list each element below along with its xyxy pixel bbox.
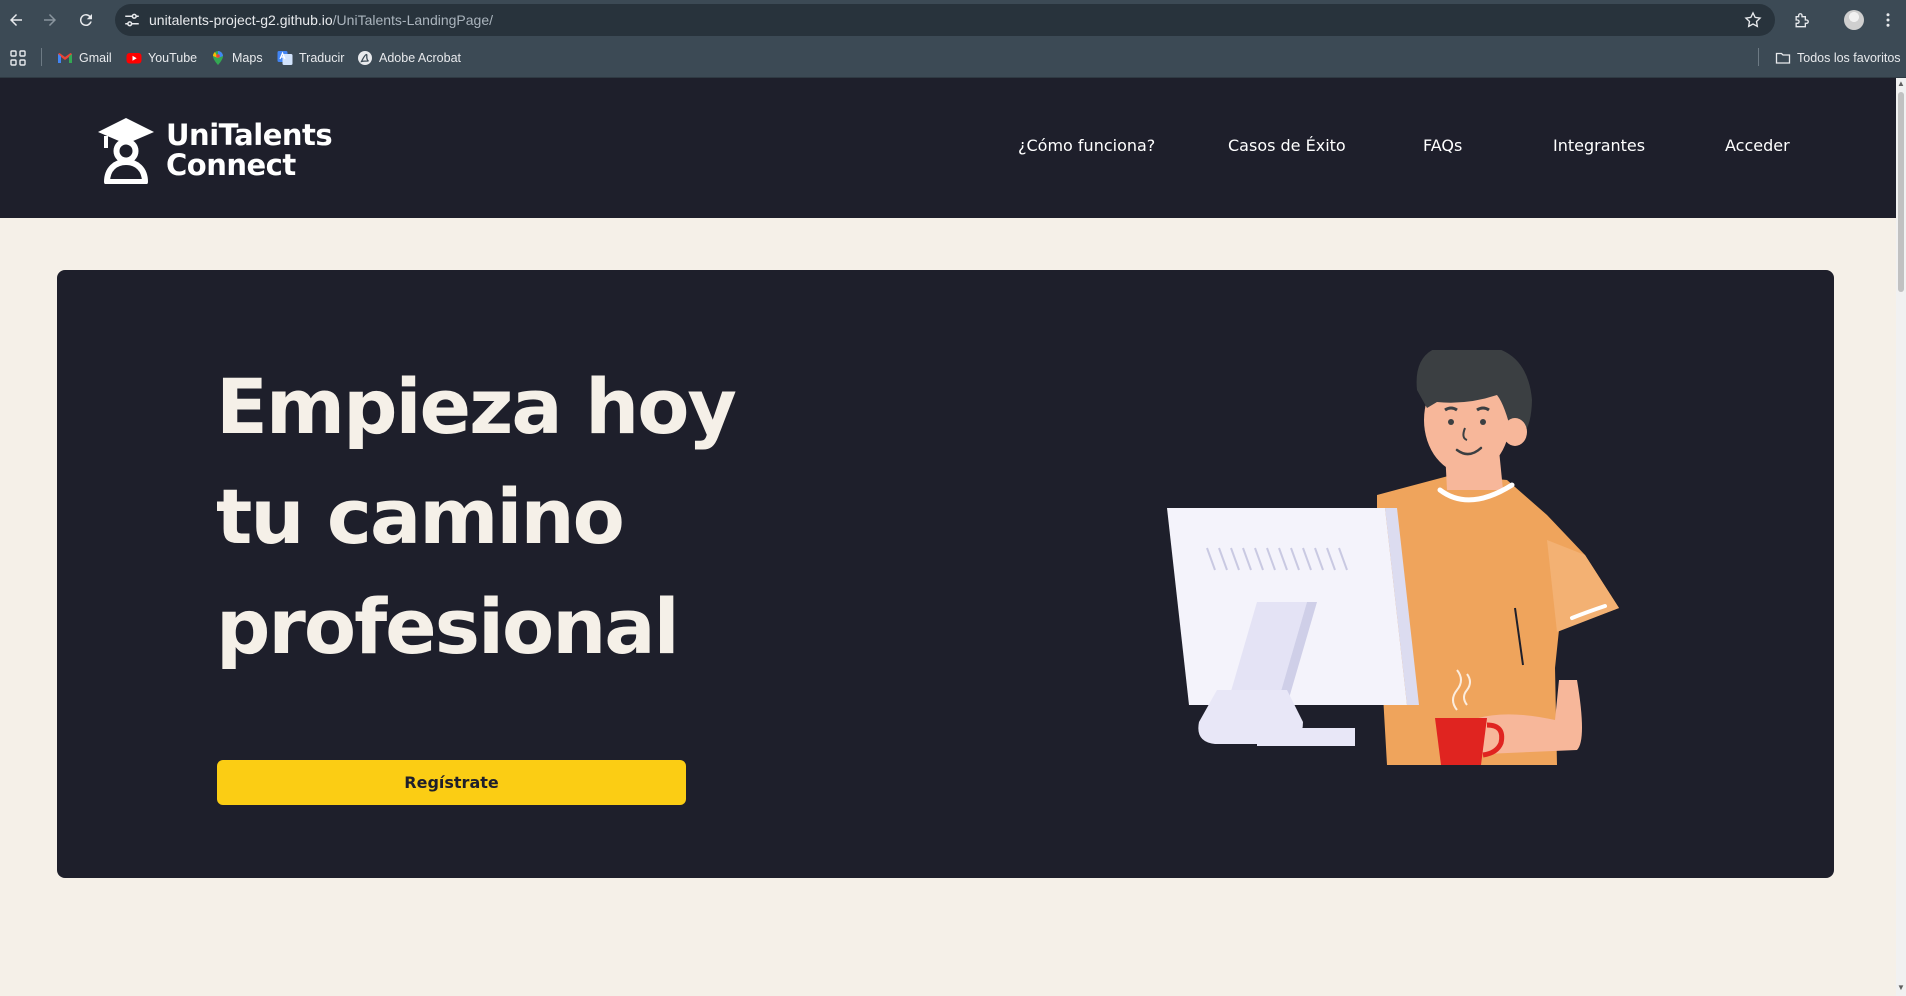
hero-title-line-3: profesional: [216, 582, 680, 671]
logo-line-1: UniTalents: [166, 118, 333, 152]
reload-button[interactable]: [74, 8, 98, 32]
hero-title-line-2: tu camino: [216, 472, 625, 561]
bookmark-label: Maps: [232, 51, 263, 65]
bookmarks-divider: [41, 48, 42, 66]
bookmark-label: YouTube: [148, 51, 198, 65]
register-button[interactable]: Regístrate: [217, 760, 686, 805]
all-bookmarks-folder[interactable]: Todos los favoritos: [1775, 48, 1901, 68]
forward-button[interactable]: [38, 8, 62, 32]
nav-acceder[interactable]: Acceder: [1725, 136, 1790, 155]
address-bar[interactable]: unitalents-project-g2.github.io/UniTalen…: [115, 4, 1775, 36]
browser-toolbar: unitalents-project-g2.github.io/UniTalen…: [0, 0, 1906, 40]
kebab-menu-icon: [1886, 13, 1890, 27]
back-button[interactable]: [4, 8, 28, 32]
url-host: unitalents-project-g2.github.io: [149, 12, 333, 28]
bookmark-star-icon[interactable]: [1743, 10, 1763, 30]
nav-integrantes[interactable]: Integrantes: [1553, 136, 1645, 155]
url-path: /UniTalents-LandingPage/: [332, 12, 494, 28]
scroll-up-arrow-icon[interactable]: ▲: [1897, 80, 1905, 88]
bookmark-maps[interactable]: Maps: [210, 48, 263, 68]
acrobat-icon: [358, 51, 372, 65]
menu-button[interactable]: [1876, 8, 1900, 32]
scroll-thumb[interactable]: [1898, 92, 1904, 292]
extensions-button[interactable]: [1790, 8, 1814, 32]
left-eye: [1448, 419, 1454, 425]
hero-section: Empieza hoy tu camino profesional Regíst…: [57, 270, 1834, 878]
avatar: [1844, 10, 1864, 30]
ear-shape: [1503, 418, 1527, 446]
person-at-computer-illustration: [1167, 350, 1619, 765]
arrow-left-icon: [10, 14, 22, 26]
nav-faqs[interactable]: FAQs: [1423, 136, 1462, 155]
site-header: UniTalents Connect ¿Cómo funciona? Casos…: [0, 78, 1896, 218]
translate-icon: [277, 51, 293, 65]
gmail-icon: [58, 53, 72, 63]
all-bookmarks-label: Todos los favoritos: [1797, 51, 1901, 65]
reload-icon: [79, 14, 92, 27]
right-eye: [1480, 419, 1486, 425]
hero-title: Empieza hoy tu camino profesional: [216, 352, 836, 682]
bookmark-gmail[interactable]: Gmail: [57, 48, 112, 68]
youtube-icon: [126, 53, 142, 64]
apps-button[interactable]: [10, 48, 26, 68]
maps-icon: [213, 51, 223, 65]
site-logo[interactable]: UniTalents Connect: [96, 116, 333, 184]
bookmark-youtube[interactable]: YouTube: [126, 48, 197, 68]
scroll-down-arrow-icon[interactable]: ▼: [1897, 984, 1905, 992]
url-text: unitalents-project-g2.github.io/UniTalen…: [149, 4, 493, 36]
bookmarks-divider: [1758, 48, 1759, 66]
monitor-foot: [1257, 728, 1355, 746]
apps-grid-icon: [10, 50, 26, 66]
bookmark-label: Gmail: [79, 51, 112, 65]
folder-icon: [1775, 52, 1791, 64]
hero-title-line-1: Empieza hoy: [216, 362, 737, 451]
profile-button[interactable]: [1842, 8, 1866, 32]
bookmark-translate[interactable]: Traducir: [277, 48, 344, 68]
nav-como-funciona[interactable]: ¿Cómo funciona?: [1018, 136, 1155, 155]
nav-casos-de-exito[interactable]: Casos de Éxito: [1228, 136, 1346, 155]
page-scrollbar[interactable]: ▲ ▼: [1896, 78, 1906, 996]
graduate-logo-icon: [98, 118, 154, 184]
arrow-right-icon: [44, 14, 56, 26]
logo-line-2: Connect: [166, 148, 296, 182]
bookmark-acrobat[interactable]: Adobe Acrobat: [357, 48, 461, 68]
mug-shape: [1435, 718, 1487, 765]
site-settings-icon[interactable]: [123, 11, 141, 29]
logo-wordmark: UniTalents Connect: [166, 118, 333, 182]
bookmark-label: Adobe Acrobat: [379, 51, 462, 65]
bookmark-label: Traducir: [299, 51, 345, 65]
puzzle-icon: [1795, 13, 1809, 28]
